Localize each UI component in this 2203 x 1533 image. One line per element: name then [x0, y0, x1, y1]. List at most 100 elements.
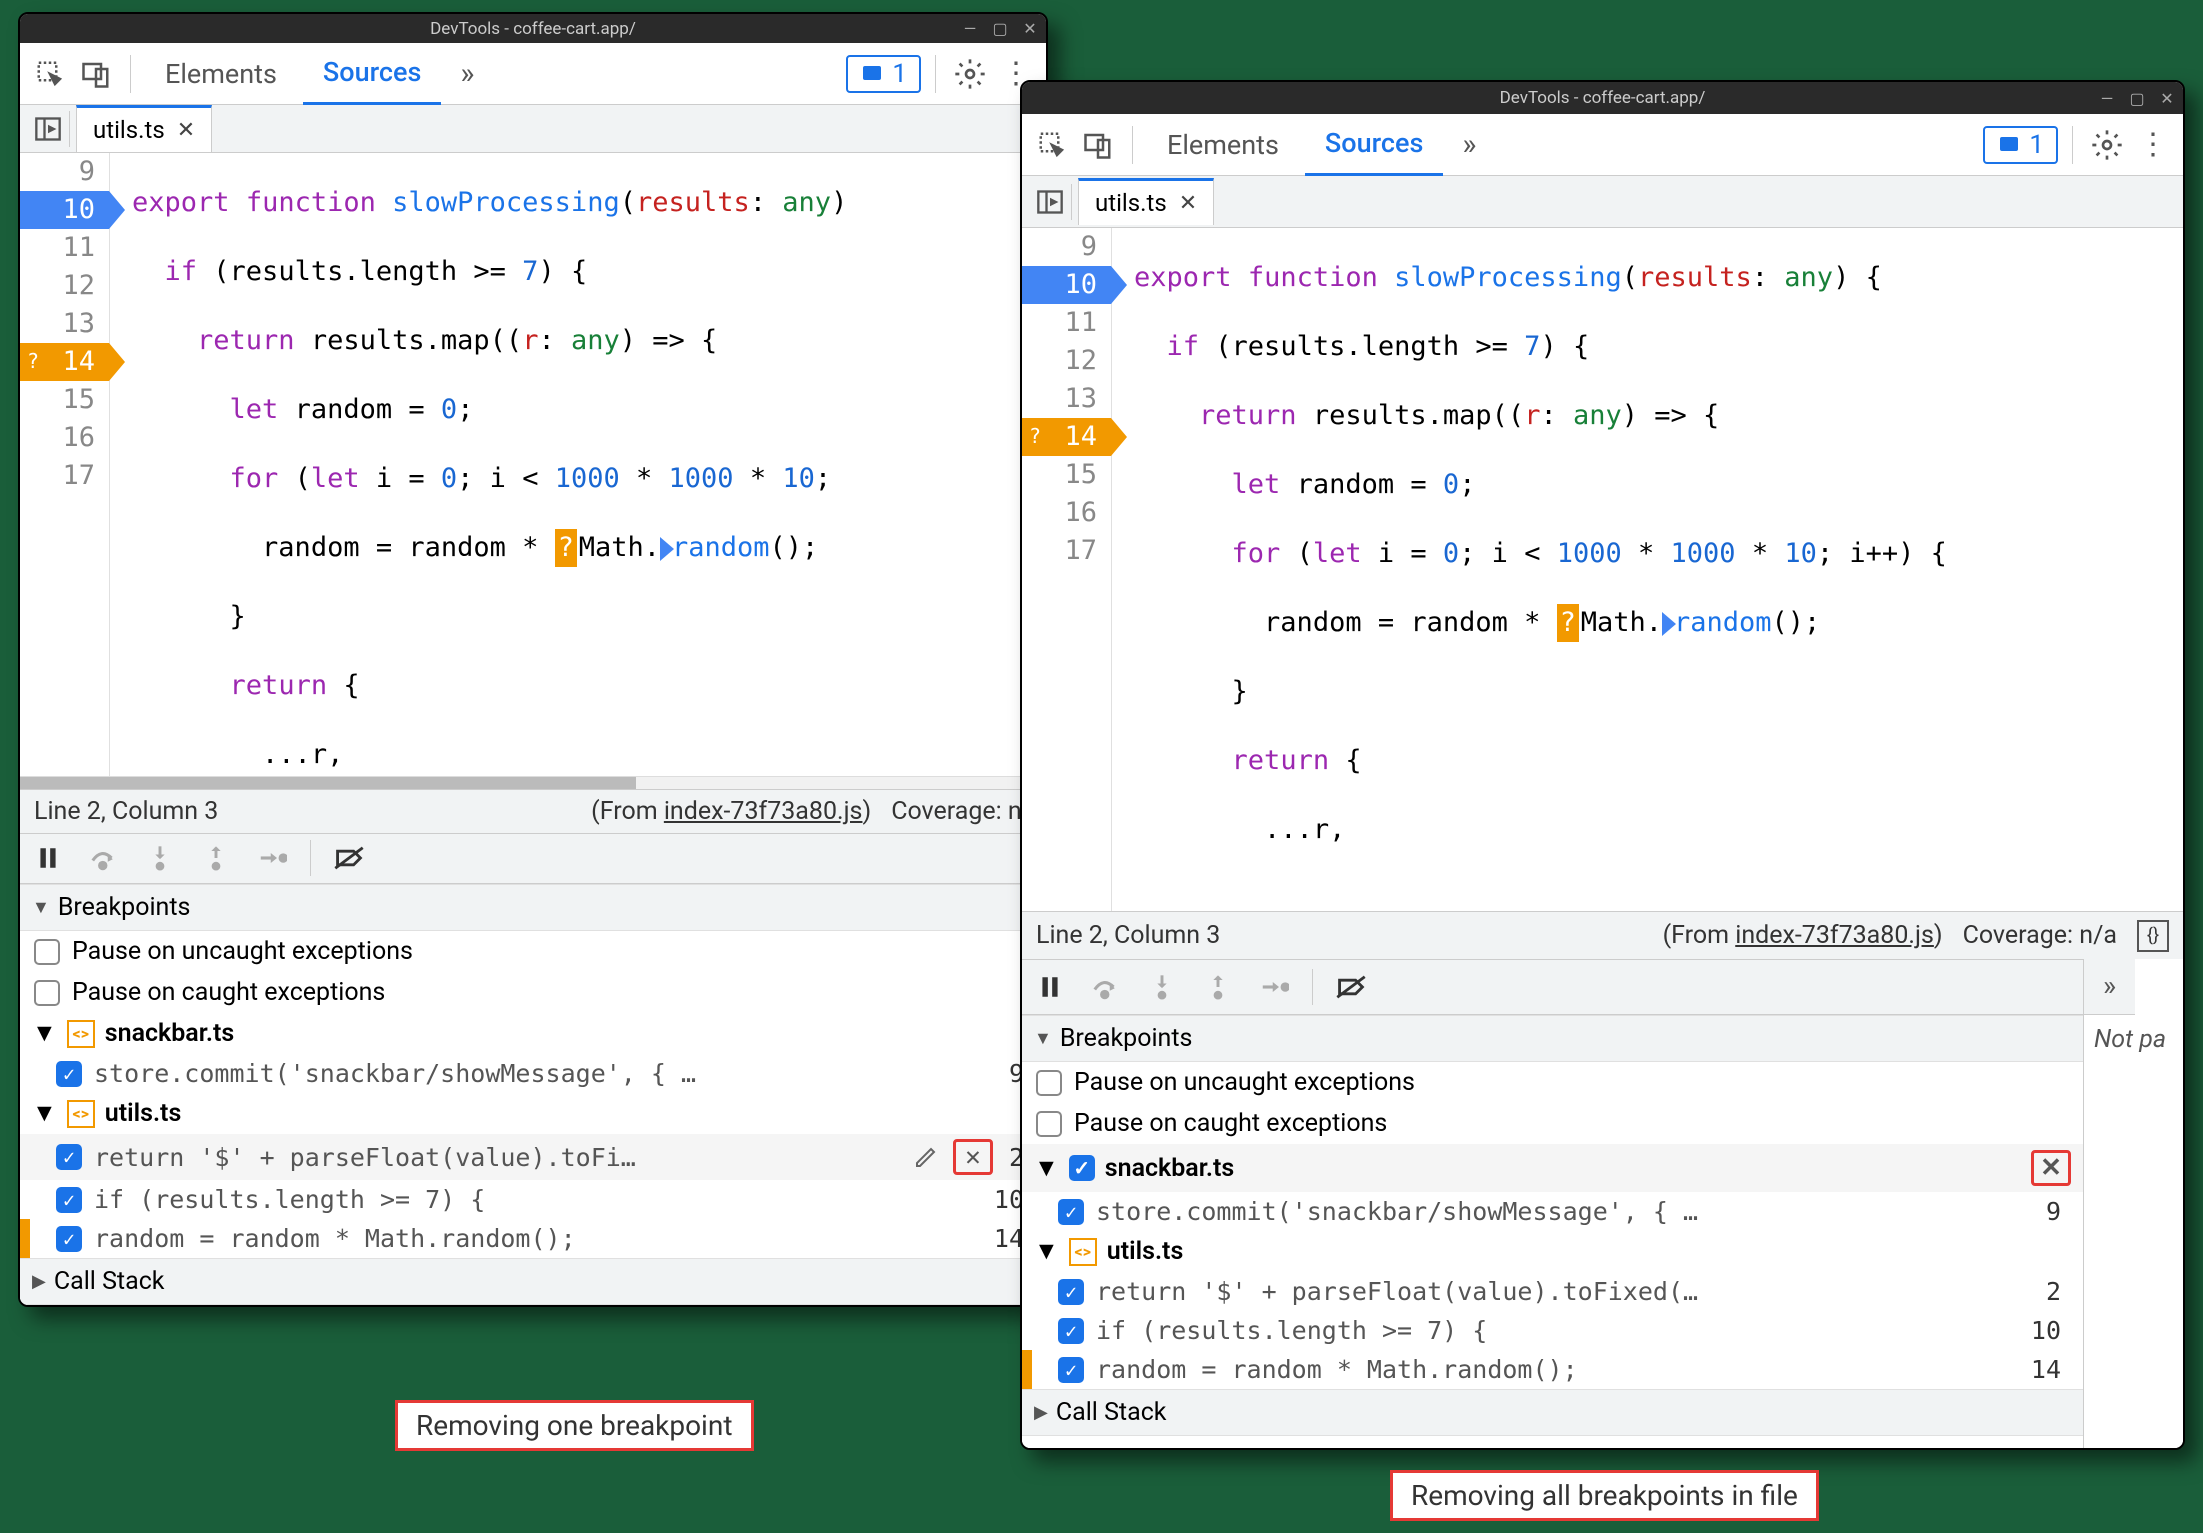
coverage-label: Coverage: n/ [891, 797, 1032, 826]
tab-sources[interactable]: Sources [303, 42, 441, 106]
caption-left: Removing one breakpoint [395, 1400, 754, 1451]
pause-caught-row[interactable]: Pause on caught exceptions [20, 972, 1046, 1013]
file-tab-utils[interactable]: utils.ts ✕ [1078, 178, 1214, 225]
navigator-toggle-icon[interactable] [26, 111, 70, 147]
breakpoint-row[interactable]: ✓ store.commit('snackbar/showMessage', {… [1022, 1192, 2083, 1231]
remove-breakpoint-icon[interactable]: ✕ [958, 1142, 988, 1172]
horizontal-scrollbar[interactable] [20, 776, 1046, 789]
code-editor[interactable]: 9 10 11 12 13 ?14 15 16 17 export functi… [20, 153, 1046, 776]
close-tab-icon[interactable]: ✕ [1179, 191, 1197, 216]
remove-file-breakpoints-icon[interactable]: ✕ [2036, 1153, 2066, 1183]
navigator-toggle-icon[interactable] [1028, 184, 1072, 220]
coverage-label: Coverage: n/a [1963, 921, 2117, 950]
settings-gear-icon[interactable] [950, 54, 990, 94]
collapse-icon: ▼ [1034, 1237, 1059, 1266]
step-over-icon[interactable] [86, 840, 122, 876]
minimize-icon[interactable]: — [2099, 89, 2115, 108]
checkbox-unchecked[interactable] [1036, 1111, 1062, 1137]
breakpoint-file-group-snackbar[interactable]: ▼ <> snackbar.ts [20, 1013, 1046, 1054]
inspect-element-icon[interactable] [30, 54, 70, 94]
conditional-strip [20, 1219, 30, 1258]
breakpoint-file-group-utils[interactable]: ▼ <> utils.ts [20, 1093, 1046, 1134]
more-panels-icon[interactable]: » [2083, 959, 2135, 1015]
editor-statusbar: Line 2, Column 3 (From index-73f73a80.js… [1022, 911, 2183, 959]
code-editor[interactable]: 9 10 11 12 13 ?14 15 16 17 export functi… [1022, 228, 2183, 911]
breakpoint-row[interactable]: ✓ return '$' + parseFloat(value).toFixed… [1022, 1272, 2083, 1311]
remove-breakpoint-highlight: ✕ [953, 1139, 993, 1175]
checkbox-unchecked[interactable] [34, 980, 60, 1006]
pause-icon[interactable] [30, 840, 66, 876]
source-map-link[interactable]: index-73f73a80.js [664, 797, 863, 826]
close-window-icon[interactable]: ✕ [1022, 19, 1038, 38]
close-window-icon[interactable]: ✕ [2159, 89, 2175, 108]
conditional-bp-icon: ? [22, 347, 44, 375]
kebab-menu-icon[interactable]: ⋮ [2133, 125, 2173, 165]
pause-icon[interactable] [1032, 969, 1068, 1005]
checkbox-checked[interactable]: ✓ [1058, 1357, 1084, 1383]
breakpoint-row-hover[interactable]: ✓ return '$' + parseFloat(value).toFi… ✕… [20, 1134, 1046, 1180]
checkbox-checked[interactable]: ✓ [56, 1187, 82, 1213]
gutter-breakpoint-14[interactable]: ?14 [20, 343, 109, 381]
breakpoints-section-header[interactable]: ▼ Breakpoints [20, 884, 1046, 931]
deactivate-breakpoints-icon[interactable] [1333, 969, 1369, 1005]
checkbox-checked[interactable]: ✓ [56, 1144, 82, 1170]
gutter-breakpoint-10[interactable]: 10 [1022, 266, 1111, 304]
device-toolbar-icon[interactable] [1078, 125, 1118, 165]
pause-uncaught-row[interactable]: Pause on uncaught exceptions [20, 931, 1046, 972]
device-toolbar-icon[interactable] [76, 54, 116, 94]
pause-caught-row[interactable]: Pause on caught exceptions [1022, 1103, 2083, 1144]
step-icon[interactable] [1256, 969, 1292, 1005]
settings-gear-icon[interactable] [2087, 125, 2127, 165]
gutter-breakpoint-14[interactable]: ?14 [1022, 418, 1111, 456]
step-over-icon[interactable] [1088, 969, 1124, 1005]
breakpoint-row[interactable]: ✓ if (results.length >= 7) { 10 [20, 1180, 1046, 1219]
breakpoint-file-group-utils[interactable]: ▼ <> utils.ts [1022, 1231, 2083, 1272]
pause-uncaught-row[interactable]: Pause on uncaught exceptions [1022, 1062, 2083, 1103]
breakpoint-row[interactable]: ✓ store.commit('snackbar/showMessage', {… [20, 1054, 1046, 1093]
maximize-icon[interactable]: ▢ [992, 19, 1008, 38]
breakpoint-row[interactable]: ✓ if (results.length >= 7) { 10 [1022, 1311, 2083, 1350]
right-side-panel: Not pa [2083, 1015, 2183, 1448]
checkbox-checked[interactable]: ✓ [1058, 1199, 1084, 1225]
deactivate-breakpoints-icon[interactable] [331, 840, 367, 876]
file-tab-utils[interactable]: utils.ts ✕ [76, 105, 212, 152]
step-into-icon[interactable] [142, 840, 178, 876]
close-tab-icon[interactable]: ✕ [177, 118, 195, 143]
source-map-link[interactable]: index-73f73a80.js [1735, 921, 1934, 950]
issues-counter[interactable]: 1 [1983, 126, 2058, 164]
step-out-icon[interactable] [1200, 969, 1236, 1005]
checkbox-checked[interactable]: ✓ [1058, 1318, 1084, 1344]
tab-elements[interactable]: Elements [145, 44, 297, 104]
checkbox-unchecked[interactable] [1036, 1070, 1062, 1096]
tab-sources[interactable]: Sources [1305, 113, 1443, 177]
step-icon[interactable] [254, 840, 290, 876]
checkbox-checked[interactable]: ✓ [1069, 1155, 1095, 1181]
checkbox-checked[interactable]: ✓ [56, 1226, 82, 1252]
edit-breakpoint-icon[interactable] [911, 1142, 941, 1172]
callstack-section-header[interactable]: ▶ Call Stack [20, 1258, 1046, 1305]
step-out-icon[interactable] [198, 840, 234, 876]
minimize-icon[interactable]: — [962, 19, 978, 38]
checkbox-unchecked[interactable] [34, 939, 60, 965]
breakpoint-row[interactable]: ✓ random = random * Math.random(); 14 [20, 1219, 1046, 1258]
checkbox-checked[interactable]: ✓ [1058, 1279, 1084, 1305]
conditional-bp-icon: ? [1024, 422, 1046, 450]
inspect-element-icon[interactable] [1032, 125, 1072, 165]
tab-elements[interactable]: Elements [1147, 115, 1299, 175]
main-toolbar: Elements Sources » 1 ⋮ [1022, 114, 2183, 176]
breakpoint-row[interactable]: ✓ random = random * Math.random(); 14 [1022, 1350, 2083, 1389]
logpoint-marker-icon: ? [1557, 604, 1579, 642]
collapse-icon: ▼ [1034, 1028, 1052, 1049]
maximize-icon[interactable]: ▢ [2129, 89, 2145, 108]
checkbox-checked[interactable]: ✓ [56, 1061, 82, 1087]
more-tabs-icon[interactable]: » [1449, 125, 1489, 165]
breakpoints-section-header[interactable]: ▼ Breakpoints [1022, 1015, 2083, 1062]
step-into-icon[interactable] [1144, 969, 1180, 1005]
collapse-icon: ▼ [32, 897, 50, 918]
issues-counter[interactable]: 1 [846, 55, 921, 93]
pretty-print-icon[interactable]: {} [2137, 920, 2169, 952]
gutter-breakpoint-10[interactable]: 10 [20, 191, 109, 229]
callstack-section-header[interactable]: ▶ Call Stack [1022, 1389, 2083, 1436]
more-tabs-icon[interactable]: » [447, 54, 487, 94]
breakpoint-file-group-snackbar-hover[interactable]: ▼ ✓ snackbar.ts ✕ [1022, 1144, 2083, 1192]
